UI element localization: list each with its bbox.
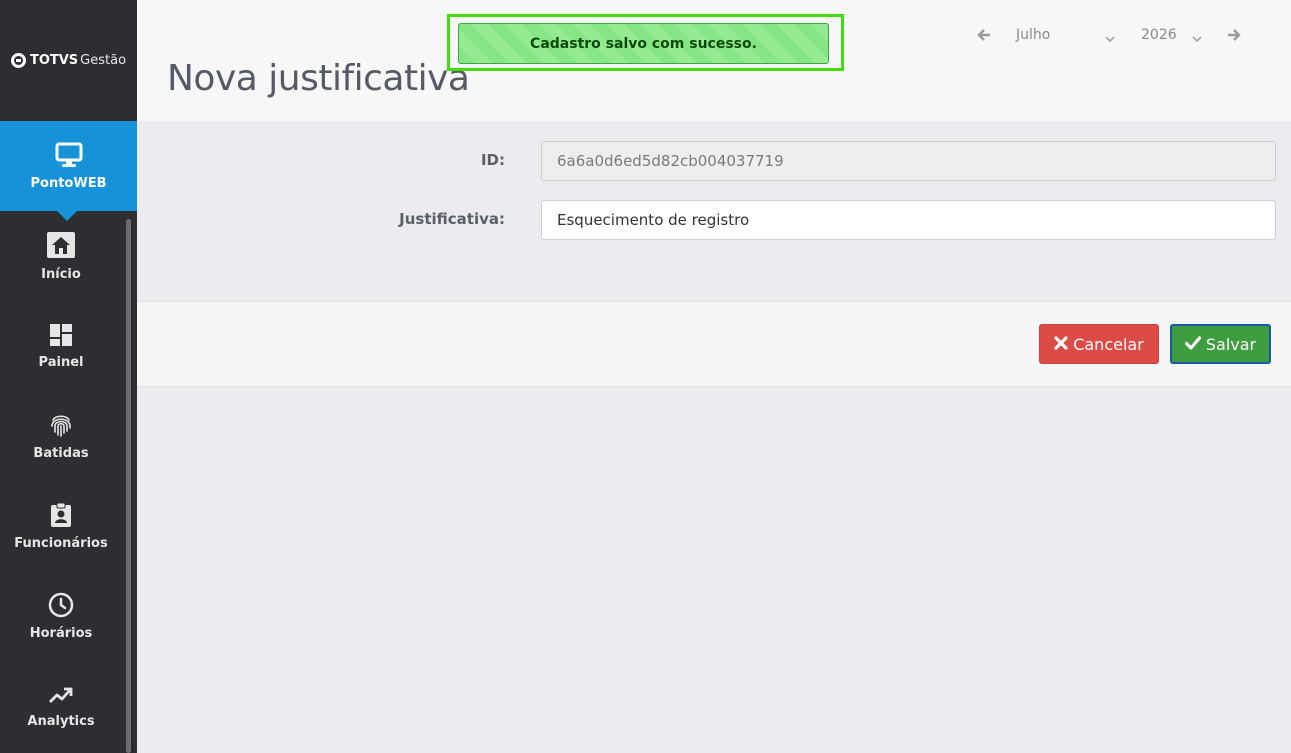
monitor-icon xyxy=(55,142,83,168)
cancel-button[interactable]: Cancelar xyxy=(1039,324,1159,364)
cancel-button-label: Cancelar xyxy=(1073,334,1144,354)
save-button[interactable]: Salvar xyxy=(1170,324,1271,364)
sidebar-item-label: Painel xyxy=(38,354,84,370)
fingerprint-icon xyxy=(49,412,73,438)
sidebar: TOTVS Gestão PontoWEB Início Painel Bati… xyxy=(0,0,137,753)
month-select-value: Julho xyxy=(1016,27,1051,43)
sidebar-item-label: Analytics xyxy=(27,713,95,729)
sidebar-item-label: Funcionários xyxy=(14,535,108,551)
prev-month-arrow-icon[interactable] xyxy=(976,27,992,43)
sidebar-scrollbar[interactable] xyxy=(126,219,131,753)
dashboard-icon xyxy=(49,323,73,347)
totvs-logo-icon xyxy=(10,53,26,68)
sidebar-item-label: PontoWEB xyxy=(30,175,107,191)
sidebar-item-batidas[interactable]: Batidas xyxy=(0,391,122,481)
sidebar-item-pontoweb[interactable]: PontoWEB xyxy=(0,121,137,221)
sidebar-item-funcionarios[interactable]: Funcionários xyxy=(0,481,122,571)
id-label: ID: xyxy=(480,151,505,169)
next-month-arrow-icon[interactable] xyxy=(1226,27,1242,43)
check-icon xyxy=(1184,335,1206,354)
trending-up-icon xyxy=(48,684,74,706)
close-icon xyxy=(1054,335,1073,354)
home-icon xyxy=(46,231,76,259)
save-button-label: Salvar xyxy=(1205,334,1257,354)
justificativa-label: Justificativa: xyxy=(399,210,505,228)
badge-icon xyxy=(50,502,72,528)
logo-light-text: Gestão xyxy=(80,53,127,68)
justificativa-field[interactable]: Esquecimento de registro xyxy=(541,200,1276,240)
sidebar-item-painel[interactable]: Painel xyxy=(0,301,122,391)
sidebar-item-label: Batidas xyxy=(33,445,89,461)
page-title: Nova justificativa xyxy=(167,58,470,99)
sidebar-item-horarios[interactable]: Horários xyxy=(0,571,122,661)
year-select-value: 2026 xyxy=(1141,27,1177,43)
success-toast: Cadastro salvo com sucesso. xyxy=(458,23,829,64)
sidebar-item-inicio[interactable]: Início xyxy=(0,211,122,301)
chevron-down-icon xyxy=(1104,29,1116,48)
month-select[interactable]: Julho xyxy=(1016,24,1118,46)
sidebar-item-label: Horários xyxy=(29,625,93,641)
sidebar-item-analytics[interactable]: Analytics xyxy=(0,661,122,751)
chevron-down-icon xyxy=(1191,29,1203,48)
sidebar-item-label: Início xyxy=(41,266,81,282)
clock-icon xyxy=(48,592,74,618)
logo-bold-text: TOTVS xyxy=(29,53,79,68)
id-field: 6a6a0d6ed5d82cb004037719 xyxy=(541,141,1276,181)
brand-logo: TOTVS Gestão xyxy=(0,0,137,121)
